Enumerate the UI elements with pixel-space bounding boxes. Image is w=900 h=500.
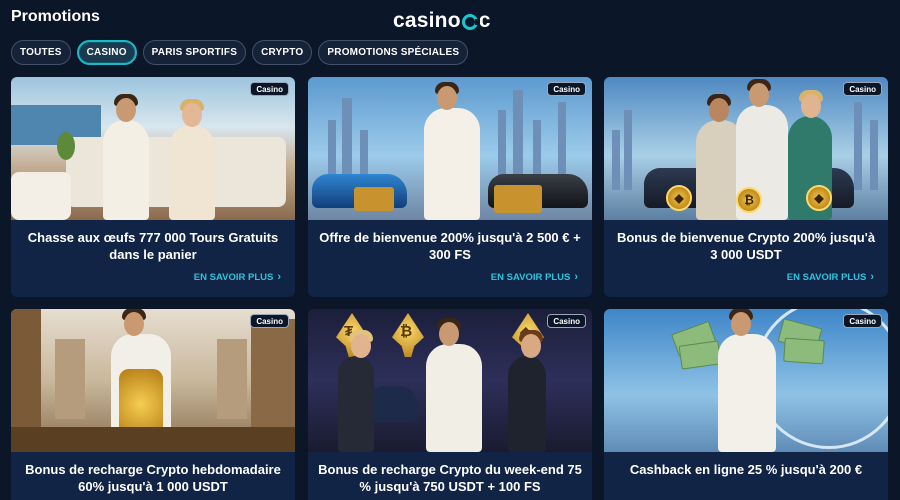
category-badge: Casino xyxy=(250,82,289,96)
learn-more-link[interactable]: EN SAVOIR PLUS › xyxy=(194,271,281,283)
tab-casino[interactable]: CASINO xyxy=(76,40,137,65)
tab-crypto[interactable]: CRYPTO xyxy=(252,40,313,65)
promo-title: Chasse aux œufs 777 000 Tours Gratuits d… xyxy=(27,230,279,262)
ethereum-coin-icon: ◆ xyxy=(666,185,692,211)
promo-card-weekend-crypto-reload[interactable]: ₮ ₿ ◆ Casino Bonus de recharge Crypto du… xyxy=(308,309,592,500)
category-badge: Casino xyxy=(547,314,586,328)
bitcoin-coin-icon: ₿ xyxy=(736,187,762,213)
promo-card-easter-egg-hunt[interactable]: Casino Chasse aux œufs 777 000 Tours Gra… xyxy=(11,77,295,297)
promo-image-city-supercar: Casino xyxy=(308,77,592,220)
learn-more-label: EN SAVOIR PLUS xyxy=(786,271,867,283)
page-header: Promotions casino c xyxy=(0,0,900,40)
tab-all[interactable]: TOUTES xyxy=(11,40,71,65)
tab-special-promotions[interactable]: PROMOTIONS SPÉCIALES xyxy=(318,40,469,65)
bitcoin-icon: ₿ xyxy=(400,323,413,340)
logo-text-end: c xyxy=(478,9,491,32)
promo-title: Bonus de recharge Crypto hebdomadaire 60… xyxy=(25,462,281,494)
promotion-filter-tabs: TOUTES CASINO PARIS SPORTIFS CRYPTO PROM… xyxy=(11,40,469,65)
learn-more-link[interactable]: EN SAVOIR PLUS › xyxy=(491,271,578,283)
learn-more-label: EN SAVOIR PLUS xyxy=(490,271,571,283)
learn-more-label: EN SAVOIR PLUS xyxy=(193,271,274,283)
promo-title: Bonus de bienvenue Crypto 200% jusqu'à 3… xyxy=(616,230,876,262)
chevron-right-icon: › xyxy=(870,271,874,283)
ethereum-coin-icon-2: ◆ xyxy=(806,185,832,211)
promo-title: Cashback en ligne 25 % jusqu'à 200 € xyxy=(629,462,863,477)
category-badge: Casino xyxy=(547,82,586,96)
chevron-right-icon: › xyxy=(574,271,578,283)
tab-sports-betting[interactable]: PARIS SPORTIFS xyxy=(142,40,247,65)
promo-card-weekly-crypto-reload[interactable]: Casino Bonus de recharge Crypto hebdomad… xyxy=(11,309,295,500)
category-badge: Casino xyxy=(250,314,289,328)
category-badge: Casino xyxy=(843,314,882,328)
promo-image-yacht-lounge: Casino xyxy=(11,77,295,220)
logo-ring-icon xyxy=(461,14,480,30)
promo-title: Bonus de recharge Crypto du week-end 75 … xyxy=(318,462,582,494)
page-title: Promotions xyxy=(11,8,100,25)
promo-image-crypto-party: ₮ ₿ ◆ Casino xyxy=(308,309,592,452)
promo-image-cash-ferris-wheel: Casino xyxy=(604,309,888,452)
promo-title: Offre de bienvenue 200% jusqu'à 2 500 € … xyxy=(319,230,581,262)
logo-text-start: casino xyxy=(393,9,461,32)
promo-card-welcome-offer[interactable]: Casino Offre de bienvenue 200% jusqu'à 2… xyxy=(308,77,592,297)
learn-more-link[interactable]: EN SAVOIR PLUS › xyxy=(787,271,874,283)
promo-card-crypto-welcome-bonus[interactable]: ◆ ₿ ◆ Casino Bonus de bienvenue Crypto 2… xyxy=(604,77,888,297)
chevron-right-icon: › xyxy=(277,271,281,283)
promo-image-crypto-car: ◆ ₿ ◆ Casino xyxy=(604,77,888,220)
category-badge: Casino xyxy=(843,82,882,96)
promo-card-online-cashback[interactable]: Casino Cashback en ligne 25 % jusqu'à 20… xyxy=(604,309,888,500)
promo-image-gold-chains: Casino xyxy=(11,309,295,452)
casinodoc-logo[interactable]: casino c xyxy=(393,9,491,33)
